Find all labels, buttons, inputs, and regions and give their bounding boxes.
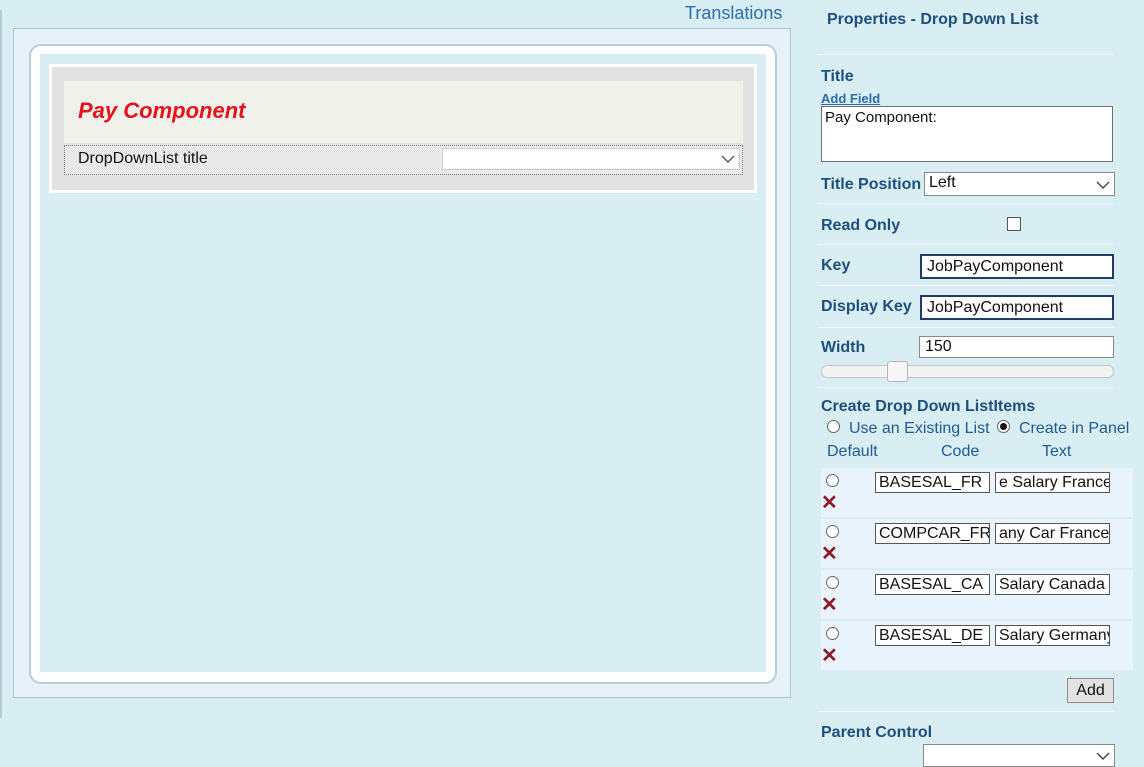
create-items-label: Create Drop Down ListItems <box>821 398 1036 415</box>
delete-x-icon[interactable]: ✕ <box>821 595 838 615</box>
item-code-input[interactable]: BASESAL_DE <box>875 625 990 646</box>
default-radio[interactable] <box>826 525 839 538</box>
item-text-input[interactable]: Salary Canada <box>995 574 1110 595</box>
divider <box>818 711 1114 712</box>
add-field-link[interactable]: Add Field <box>821 91 880 106</box>
use-existing-list-label[interactable]: Use an Existing List <box>849 420 990 438</box>
divider <box>818 285 1114 286</box>
title-position-label: Title Position <box>821 176 922 193</box>
key-label: Key <box>821 257 851 274</box>
width-slider-track[interactable] <box>821 365 1114 378</box>
item-code-input[interactable]: BASESAL_FR <box>875 472 990 493</box>
width-input[interactable]: 150 <box>919 336 1114 358</box>
parent-control-select[interactable] <box>923 744 1115 767</box>
divider <box>818 387 1114 388</box>
delete-x-icon[interactable]: ✕ <box>821 493 838 513</box>
delete-x-icon[interactable]: ✕ <box>821 646 838 666</box>
dropdown-preview-select[interactable] <box>442 148 740 170</box>
default-radio[interactable] <box>826 474 839 487</box>
dropdown-row-label: DropDownList title <box>78 150 208 167</box>
item-code-input[interactable]: BASESAL_CA <box>875 574 990 595</box>
display-key-input[interactable]: JobPayComponent <box>920 295 1114 320</box>
read-only-checkbox[interactable] <box>1007 217 1021 231</box>
divider <box>818 54 1114 55</box>
title-position-select[interactable]: Left <box>924 172 1115 196</box>
create-in-panel-radio[interactable] <box>997 420 1010 433</box>
default-radio[interactable] <box>826 576 839 589</box>
divider <box>818 203 1114 204</box>
title-textarea[interactable]: Pay Component: <box>821 106 1113 162</box>
column-text: Text <box>1042 443 1072 460</box>
item-text-input[interactable]: Salary Germany <box>995 625 1110 646</box>
item-code-input[interactable]: COMPCAR_FR <box>875 523 990 544</box>
create-in-panel-label[interactable]: Create in Panel <box>1019 420 1129 438</box>
delete-x-icon[interactable]: ✕ <box>821 544 838 564</box>
width-label: Width <box>821 339 866 356</box>
column-default: Default <box>827 443 878 460</box>
item-text-input[interactable]: e Salary France <box>995 472 1110 493</box>
column-code: Code <box>941 443 980 460</box>
divider <box>818 327 1114 328</box>
chevron-down-icon <box>1096 181 1110 189</box>
item-text-input[interactable]: any Car France <box>995 523 1110 544</box>
width-slider-handle[interactable] <box>887 361 908 382</box>
divider <box>818 244 1114 245</box>
title-label: Title <box>821 68 854 85</box>
chevron-down-icon <box>1096 752 1110 760</box>
key-input[interactable]: JobPayComponent <box>920 254 1114 279</box>
parent-control-label: Parent Control <box>821 724 933 741</box>
add-item-button[interactable]: Add <box>1067 678 1114 703</box>
translations-link[interactable]: Translations <box>685 3 782 24</box>
properties-heading: Properties - Drop Down List <box>827 11 1039 28</box>
default-radio[interactable] <box>826 627 839 640</box>
chevron-down-icon <box>721 155 735 163</box>
title-position-value: Left <box>929 174 956 191</box>
use-existing-list-radio[interactable] <box>827 420 840 433</box>
display-key-label: Display Key <box>821 298 912 315</box>
read-only-label: Read Only <box>821 217 901 234</box>
left-edge-divider <box>0 10 2 718</box>
form-title: Pay Component <box>78 98 246 123</box>
